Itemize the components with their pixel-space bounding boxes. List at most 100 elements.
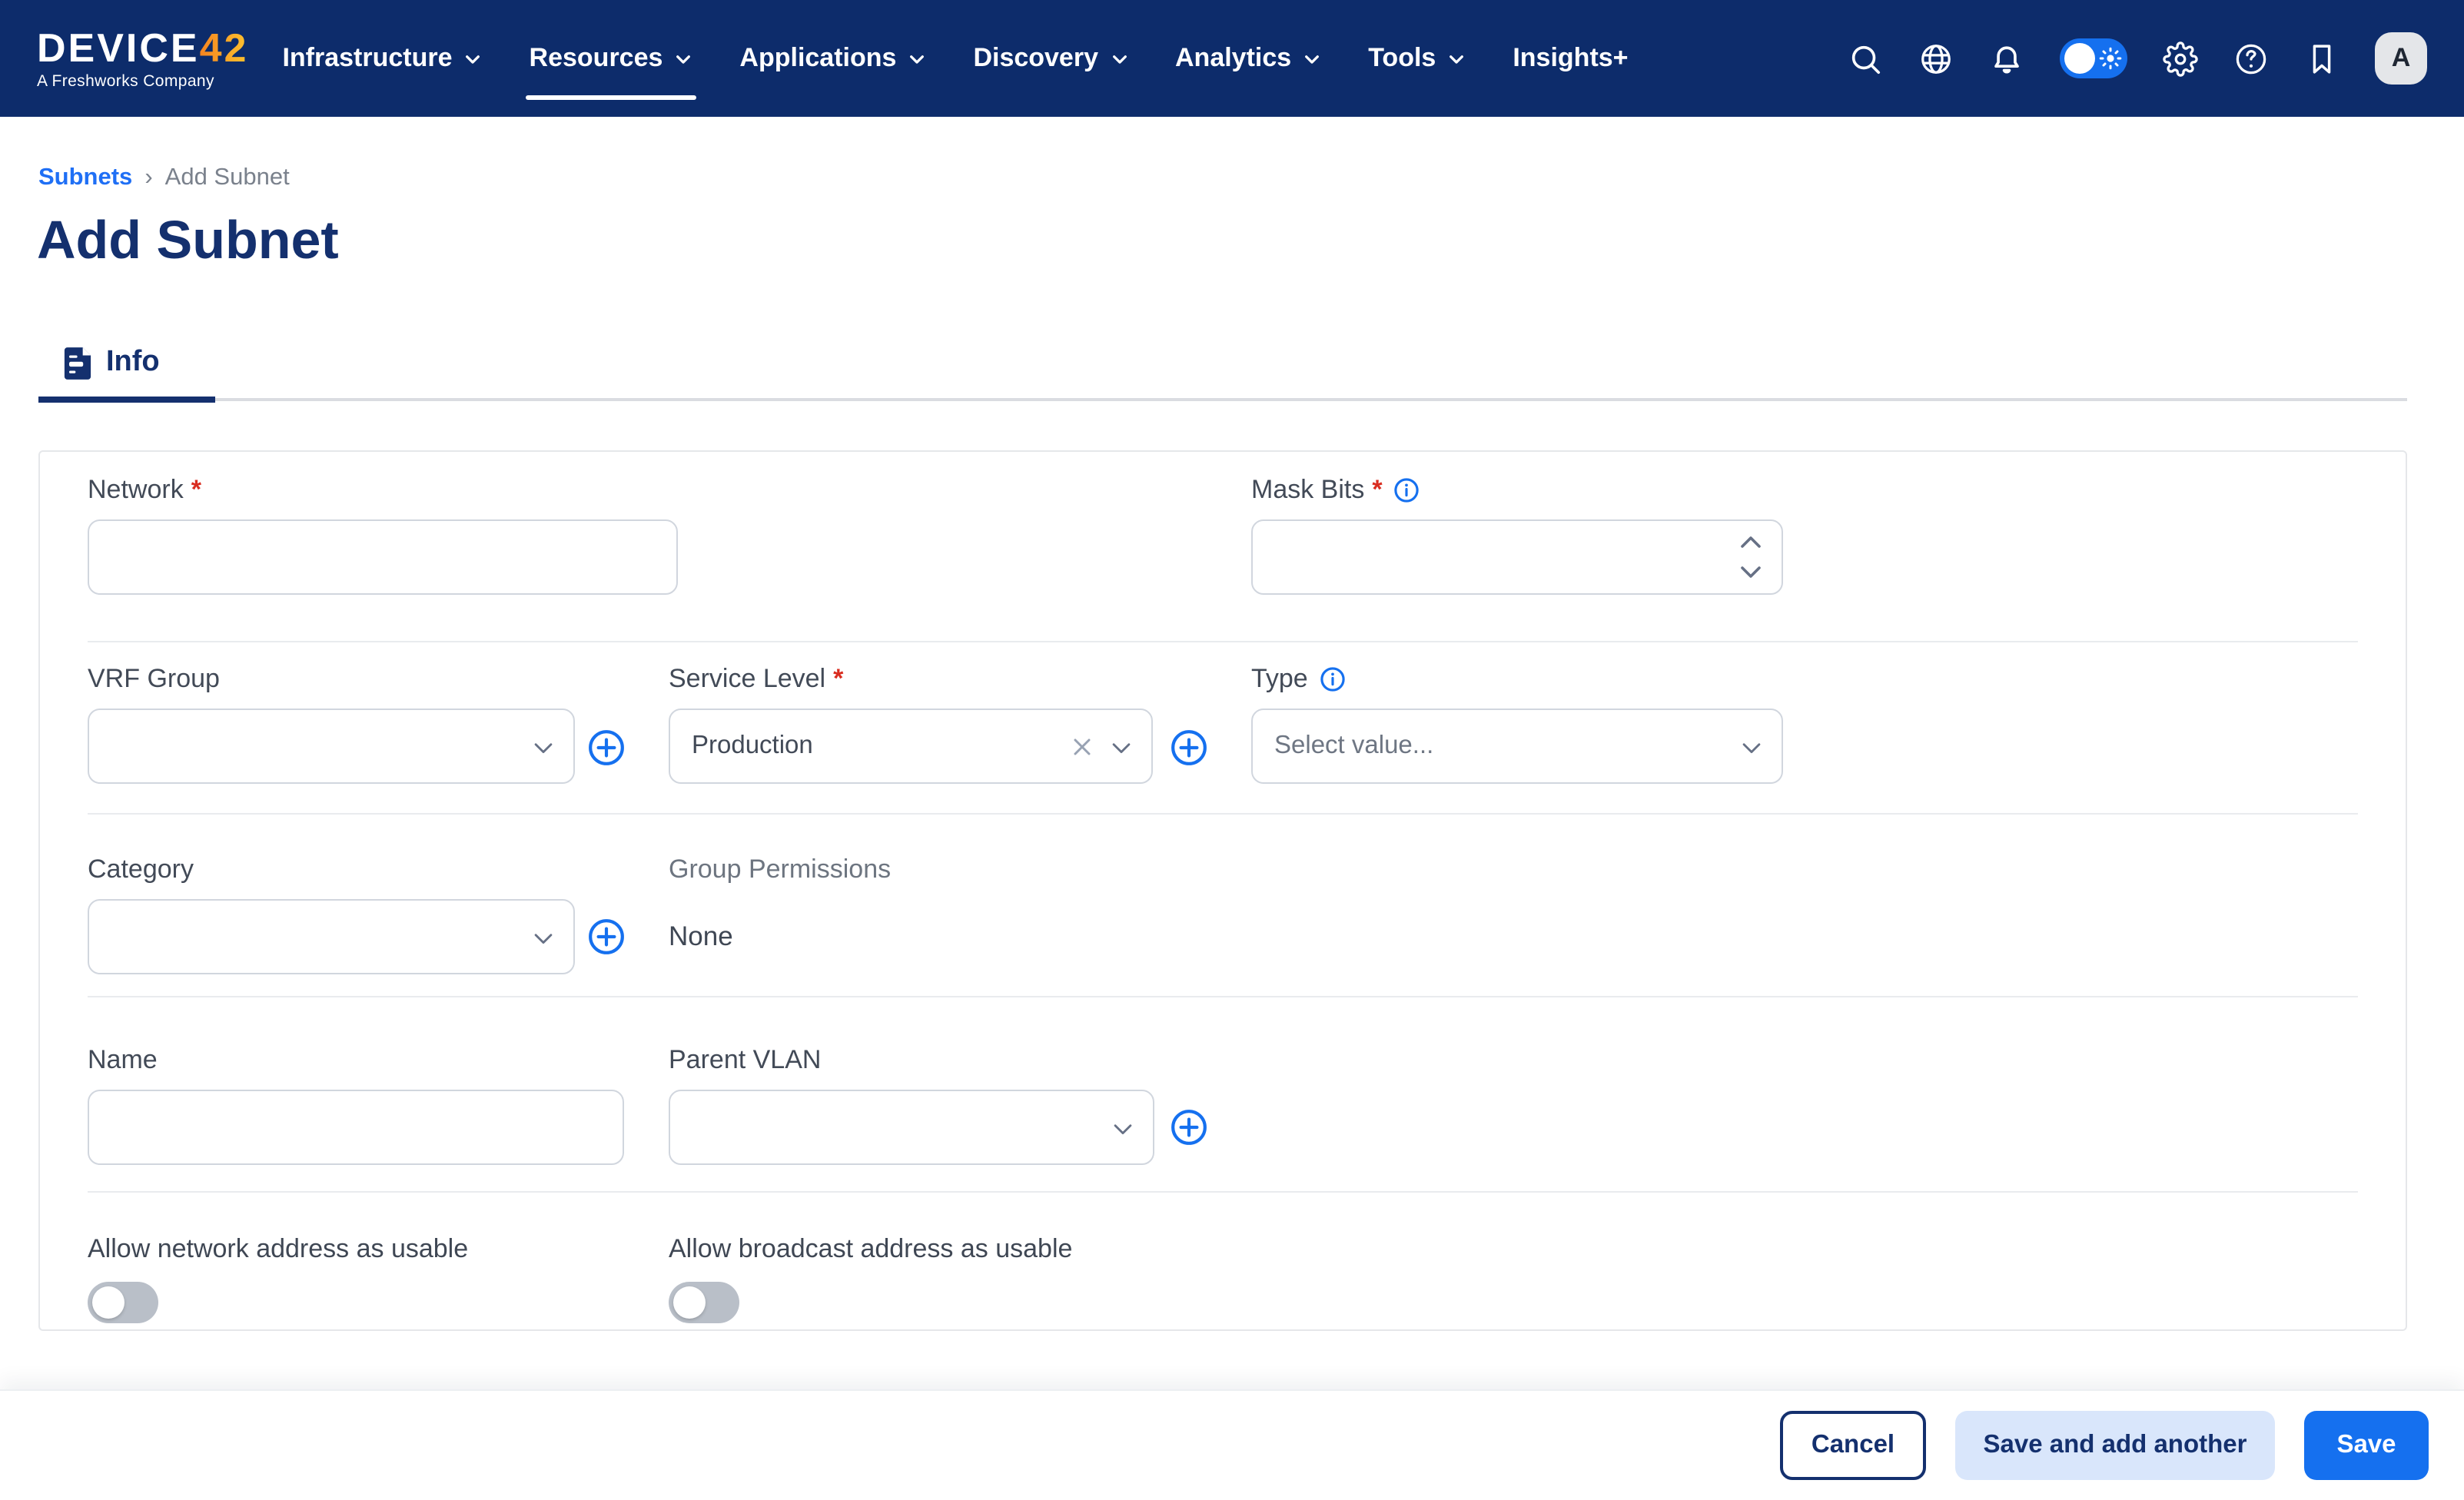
parent-vlan-field-group: Parent VLAN (669, 1044, 1154, 1165)
settings-gear-icon[interactable] (2163, 41, 2198, 76)
nav-actions: A (1848, 32, 2427, 85)
chevron-down-icon (1738, 735, 1765, 761)
row-divider (88, 641, 2358, 642)
chevron-down-icon (907, 48, 927, 68)
breadcrumb-current: Add Subnet (165, 164, 290, 192)
category-select[interactable] (88, 899, 575, 974)
name-label: Name (88, 1044, 624, 1077)
logo-tagline: A Freshworks Company (37, 71, 248, 90)
info-icon[interactable] (1319, 665, 1347, 693)
allow-broadcast-address-group: Allow broadcast address as usable (669, 1233, 1072, 1323)
type-placeholder: Select value... (1274, 732, 1433, 761)
menu-discovery[interactable]: Discovery (973, 0, 1129, 117)
row-divider (88, 813, 2358, 815)
service-level-value: Production (692, 732, 813, 761)
menu-resources[interactable]: Resources (530, 0, 694, 117)
logo-wordmark: DEVICE42 (37, 27, 248, 67)
save-and-add-another-button[interactable]: Save and add another (1955, 1411, 2275, 1480)
allow-network-address-label: Allow network address as usable (88, 1233, 468, 1266)
allow-broadcast-address-toggle[interactable] (669, 1282, 739, 1323)
chevron-down-icon (1109, 48, 1129, 68)
network-label: Network* (88, 473, 678, 507)
sun-icon (2098, 46, 2123, 71)
breadcrumb: Subnets › Add Subnet (38, 164, 290, 192)
tab-info[interactable]: Info (38, 332, 194, 393)
toggle-knob (673, 1286, 706, 1319)
add-subnet-page: DEVICE42 A Freshworks Company Infrastruc… (0, 0, 2464, 1500)
group-permissions-value: None (669, 921, 1283, 953)
type-field-group: Type Select value... (1251, 662, 1783, 784)
breadcrumb-subnets-link[interactable]: Subnets (38, 164, 132, 192)
row-divider (88, 1191, 2358, 1193)
allow-network-address-toggle[interactable] (88, 1282, 158, 1323)
clear-icon[interactable] (1068, 733, 1096, 761)
save-button[interactable]: Save (2304, 1411, 2429, 1480)
stepper-down-icon[interactable] (1738, 562, 1763, 582)
form-action-bar: Cancel Save and add another Save (0, 1389, 2464, 1500)
required-marker: * (191, 475, 201, 506)
chevron-down-icon (530, 735, 556, 761)
menu-applications[interactable]: Applications (739, 0, 927, 117)
row-divider (88, 996, 2358, 997)
vrf-group-select[interactable] (88, 709, 575, 784)
search-icon[interactable] (1848, 41, 1883, 76)
theme-toggle[interactable] (2060, 38, 2127, 78)
name-field-group: Name (88, 1044, 624, 1165)
parent-vlan-select[interactable] (669, 1090, 1154, 1165)
toggle-knob (92, 1286, 125, 1319)
type-select[interactable]: Select value... (1251, 709, 1783, 784)
mask-bits-label: Mask Bits* (1251, 473, 1783, 507)
add-category-button[interactable] (587, 918, 626, 956)
chevron-down-icon (1302, 48, 1322, 68)
menu-analytics[interactable]: Analytics (1175, 0, 1322, 117)
mask-bits-input[interactable] (1251, 519, 1783, 595)
chevron-down-icon (673, 48, 693, 68)
group-permissions-field-group: Group Permissions None (669, 853, 1283, 953)
chevron-down-icon (1108, 735, 1134, 761)
help-icon[interactable] (2233, 41, 2269, 76)
top-nav: DEVICE42 A Freshworks Company Infrastruc… (0, 0, 2464, 117)
breadcrumb-separator: › (144, 164, 152, 192)
allow-broadcast-address-label: Allow broadcast address as usable (669, 1233, 1072, 1266)
subnet-form-card: Network* Mask Bits* VRF Group (38, 450, 2407, 1331)
required-marker: * (833, 664, 843, 695)
chevron-down-icon (463, 48, 483, 68)
chevron-down-icon (1110, 1116, 1136, 1142)
globe-icon[interactable] (1918, 41, 1954, 76)
service-level-label: Service Level* (669, 662, 1153, 696)
chevron-down-icon (1446, 48, 1466, 68)
service-level-select[interactable]: Production (669, 709, 1153, 784)
group-permissions-label: Group Permissions (669, 853, 1283, 887)
parent-vlan-label: Parent VLAN (669, 1044, 1154, 1077)
menu-insights[interactable]: Insights+ (1513, 0, 1628, 117)
allow-network-address-group: Allow network address as usable (88, 1233, 468, 1323)
cancel-button[interactable]: Cancel (1780, 1411, 1926, 1480)
document-icon (63, 345, 92, 380)
notifications-bell-icon[interactable] (1989, 41, 2024, 76)
category-label: Category (88, 853, 575, 887)
network-input[interactable] (88, 519, 678, 595)
vrf-group-label: VRF Group (88, 662, 575, 696)
vrf-group-field-group: VRF Group (88, 662, 575, 784)
add-service-level-button[interactable] (1170, 728, 1208, 767)
category-field-group: Category (88, 853, 575, 974)
bookmark-icon[interactable] (2304, 41, 2339, 76)
add-vrf-group-button[interactable] (587, 728, 626, 767)
name-input[interactable] (88, 1090, 624, 1165)
user-avatar[interactable]: A (2375, 32, 2427, 85)
menu-tools[interactable]: Tools (1368, 0, 1466, 117)
type-label: Type (1251, 662, 1783, 696)
main-menu: Infrastructure Resources Applications Di… (282, 0, 1628, 117)
network-field-group: Network* (88, 473, 678, 595)
add-parent-vlan-button[interactable] (1170, 1108, 1208, 1147)
required-marker: * (1372, 475, 1382, 506)
mask-bits-field-group: Mask Bits* (1251, 473, 1783, 595)
info-icon[interactable] (1393, 476, 1421, 504)
device42-logo[interactable]: DEVICE42 A Freshworks Company (37, 27, 248, 90)
theme-toggle-knob (2064, 43, 2095, 74)
chevron-down-icon (530, 925, 556, 951)
tab-active-indicator (38, 397, 215, 403)
menu-infrastructure[interactable]: Infrastructure (282, 0, 483, 117)
stepper-up-icon[interactable] (1738, 532, 1763, 552)
service-level-field-group: Service Level* Production (669, 662, 1153, 784)
